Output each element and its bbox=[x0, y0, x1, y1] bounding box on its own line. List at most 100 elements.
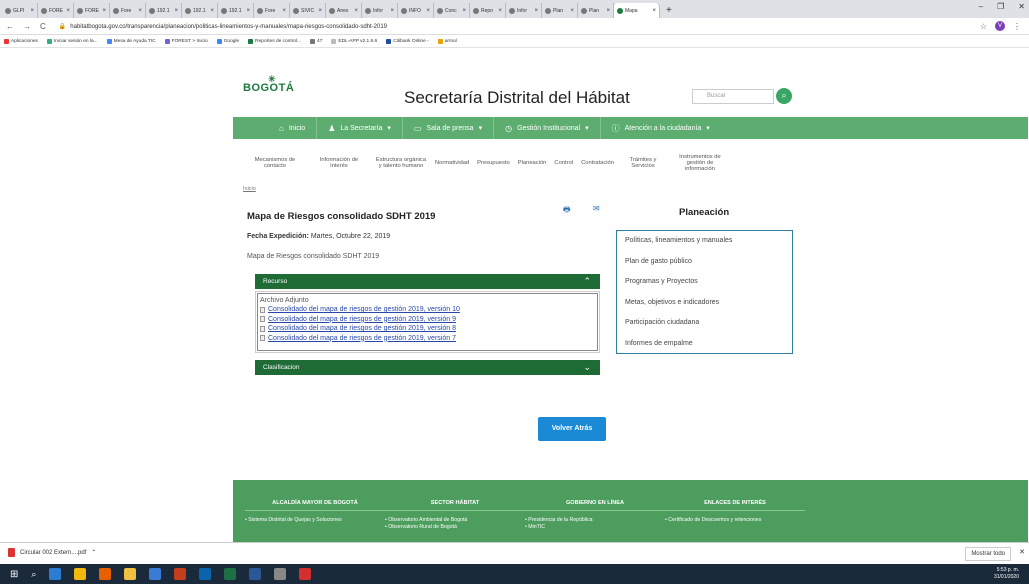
chevron-up-icon[interactable]: ⌃ bbox=[91, 549, 96, 556]
browser-tab[interactable]: GLPI × bbox=[2, 3, 38, 18]
footer-link[interactable]: • Certificado de Descuentos y retencione… bbox=[665, 517, 805, 524]
browser-tab[interactable]: Infor × bbox=[506, 3, 542, 18]
bookmark-star-icon[interactable]: ☆ bbox=[980, 22, 987, 31]
browser-tab[interactable]: Conc × bbox=[434, 3, 470, 18]
footer-link[interactable]: • Sistema Distrital de Quejas y Solucion… bbox=[245, 517, 385, 524]
close-tab-icon[interactable]: × bbox=[570, 8, 574, 14]
powerpoint-icon[interactable] bbox=[174, 568, 187, 580]
close-tab-icon[interactable]: × bbox=[30, 8, 34, 14]
subnav-item[interactable]: Información de interés bbox=[307, 157, 371, 169]
search-icon[interactable]: ⌕ bbox=[31, 569, 36, 580]
close-tab-icon[interactable]: × bbox=[210, 8, 214, 14]
nav-item-inicio[interactable]: ⌂ Inicio bbox=[268, 117, 318, 139]
close-tab-icon[interactable]: × bbox=[174, 8, 178, 14]
browser-tab[interactable]: FORE × bbox=[38, 3, 74, 18]
nav-item-atencion[interactable]: ⓘ Atención a la ciudadanía ▾ bbox=[601, 117, 721, 139]
footer-link[interactable]: • MinTIC bbox=[525, 524, 665, 531]
paint-icon[interactable] bbox=[274, 568, 287, 580]
close-tab-icon[interactable]: × bbox=[354, 8, 358, 14]
browser-tab[interactable]: 192.1 × bbox=[182, 3, 218, 18]
url-field[interactable]: 🔒 habitatbogota.gov.co/transparencia/plan… bbox=[59, 23, 387, 30]
subnav-item[interactable]: Instrumentos de gestión de información bbox=[668, 154, 732, 172]
subnav-item[interactable]: Normatividad bbox=[431, 160, 473, 166]
bookmark-item[interactable]: Google bbox=[216, 38, 239, 44]
maximize-icon[interactable]: ❐ bbox=[997, 2, 1004, 11]
reload-icon[interactable]: C bbox=[40, 22, 46, 31]
close-tab-icon[interactable]: × bbox=[138, 8, 142, 14]
print-icon[interactable]: 🖶 bbox=[563, 204, 571, 218]
sidebar-link[interactable]: Políticas, lineamientos y manuales bbox=[617, 231, 792, 252]
search-input[interactable]: Buscar bbox=[692, 89, 774, 104]
browser-tab[interactable]: 192.1 × bbox=[146, 3, 182, 18]
subnav-item[interactable]: Presupuesto bbox=[473, 160, 514, 166]
acrobat-icon[interactable] bbox=[299, 568, 312, 580]
download-item[interactable]: Circular 002 Extern....pdf ⌃ bbox=[8, 548, 96, 557]
bookmark-item[interactable]: Reportes de control... bbox=[248, 38, 301, 44]
subnav-item[interactable]: Planeación bbox=[514, 160, 551, 166]
sidebar-link[interactable]: Programas y Proyectos bbox=[617, 272, 792, 293]
forward-icon[interactable]: → bbox=[23, 22, 31, 31]
subnav-item[interactable]: Control bbox=[550, 160, 577, 166]
nav-item-secretaria[interactable]: ♟ La Secretaría ▾ bbox=[317, 117, 403, 139]
sidebar-link[interactable]: Informes de empalme bbox=[617, 334, 792, 355]
firefox-icon[interactable] bbox=[99, 568, 112, 580]
search-button[interactable]: ⌕ bbox=[776, 88, 792, 104]
bookmark-item[interactable]: 47 bbox=[310, 38, 322, 44]
file-link[interactable]: Consolidado del mapa de riesgos de gesti… bbox=[268, 305, 460, 315]
bookmark-item[interactable]: Aplicaciones bbox=[4, 38, 38, 44]
new-tab-button[interactable]: + bbox=[666, 3, 672, 18]
chrome-icon[interactable] bbox=[74, 568, 87, 580]
close-icon[interactable]: ✕ bbox=[1019, 548, 1025, 556]
word-icon[interactable] bbox=[249, 568, 262, 580]
show-all-button[interactable]: Mostrar todo bbox=[965, 547, 1011, 561]
browser-tab[interactable]: FORE × bbox=[74, 3, 110, 18]
browser-tab[interactable]: 192.1 × bbox=[218, 3, 254, 18]
back-button[interactable]: Volver Atrás bbox=[538, 417, 606, 441]
start-icon[interactable]: ⊞ bbox=[10, 569, 18, 580]
browser-tab[interactable]: Fore × bbox=[110, 3, 146, 18]
explorer-icon[interactable] bbox=[124, 568, 137, 580]
bookmark-item[interactable]: Iniciar sesión en la... bbox=[46, 38, 98, 44]
browser-tab[interactable]: Infor × bbox=[362, 3, 398, 18]
avatar[interactable]: V bbox=[995, 21, 1005, 31]
file-link[interactable]: Consolidado del mapa de riesgos de gesti… bbox=[268, 315, 456, 325]
file-link[interactable]: Consolidado del mapa de riesgos de gesti… bbox=[268, 334, 456, 344]
close-tab-icon[interactable]: × bbox=[426, 8, 430, 14]
close-tab-icon[interactable]: × bbox=[652, 8, 656, 14]
browser-tab[interactable]: Anex × bbox=[326, 3, 362, 18]
sidebar-link[interactable]: Metas, objetivos e indicadores bbox=[617, 293, 792, 314]
file-link[interactable]: Consolidado del mapa de riesgos de gesti… bbox=[268, 324, 456, 334]
browser-tab[interactable]: Plan × bbox=[542, 3, 578, 18]
recurso-accordion-header[interactable]: Recurso ⌃ bbox=[255, 274, 600, 289]
browser-tab[interactable]: Plan × bbox=[578, 3, 614, 18]
minimize-icon[interactable]: – bbox=[979, 2, 983, 11]
bookmark-item[interactable]: FOREST > Inicio bbox=[164, 38, 208, 44]
close-tab-icon[interactable]: × bbox=[102, 8, 106, 14]
excel-icon[interactable] bbox=[224, 568, 237, 580]
close-tab-icon[interactable]: × bbox=[282, 8, 286, 14]
close-window-icon[interactable]: ✕ bbox=[1018, 2, 1025, 11]
close-tab-icon[interactable]: × bbox=[66, 8, 70, 14]
close-tab-icon[interactable]: × bbox=[498, 8, 502, 14]
subnav-item[interactable]: Mecanismos de contacto bbox=[243, 157, 307, 169]
close-tab-icon[interactable]: × bbox=[318, 8, 322, 14]
clasificacion-accordion-header[interactable]: Clasificacion ⌄ bbox=[255, 360, 600, 375]
sidebar-link[interactable]: Plan de gasto público bbox=[617, 252, 792, 273]
back-icon[interactable]: ← bbox=[6, 22, 14, 31]
system-tray[interactable]: 5:53 p. m. 31/01/2020 bbox=[994, 567, 1019, 581]
menu-icon[interactable]: ⋮ bbox=[1013, 22, 1021, 31]
close-tab-icon[interactable]: × bbox=[246, 8, 250, 14]
close-tab-icon[interactable]: × bbox=[462, 8, 466, 14]
close-tab-icon[interactable]: × bbox=[390, 8, 394, 14]
edge-icon[interactable] bbox=[49, 568, 62, 580]
browser-tab[interactable]: Fore × bbox=[254, 3, 290, 18]
bookmark-item[interactable]: EDL-APP v2.1.6.6 bbox=[331, 38, 377, 44]
browser-tab-active[interactable]: Mapa × bbox=[614, 3, 660, 18]
close-tab-icon[interactable]: × bbox=[534, 8, 538, 14]
subnav-item[interactable]: Estructura orgánica y talento humano bbox=[371, 157, 431, 169]
browser-tab[interactable]: Repo × bbox=[470, 3, 506, 18]
bookmark-item[interactable]: Mesa de Ayuda TIC bbox=[106, 38, 156, 44]
subnav-item[interactable]: Trámites y Servicios bbox=[618, 157, 668, 169]
footer-link[interactable]: • Observatorio Rural de Bogotá bbox=[385, 524, 525, 531]
browser-tab[interactable]: SIVIC × bbox=[290, 3, 326, 18]
